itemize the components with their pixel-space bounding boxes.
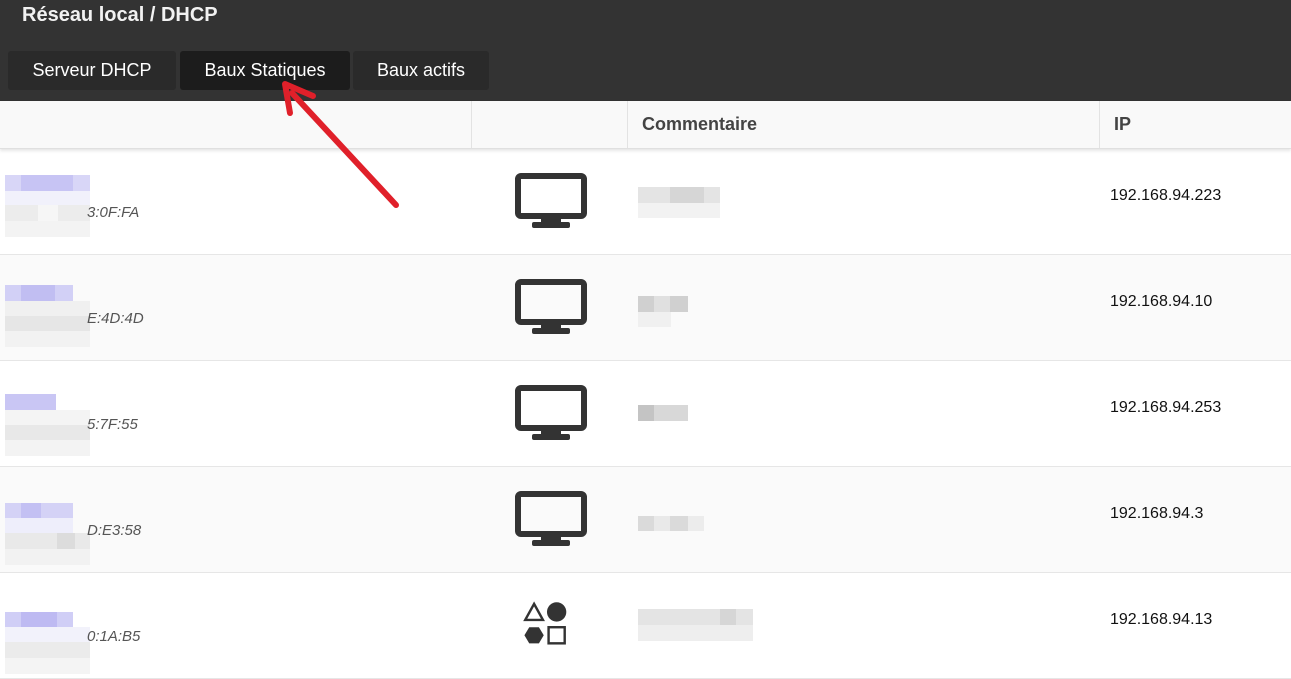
mac-address: E:4D:4D <box>87 310 144 327</box>
table-row[interactable]: 5:7F:55 192.168.94.253 <box>0 361 1291 467</box>
monitor-icon <box>515 279 587 334</box>
top-bar: Réseau local / DHCP Serveur DHCP Baux St… <box>0 0 1291 101</box>
ip-address: 192.168.94.253 <box>1110 399 1222 416</box>
ip-address: 192.168.94.223 <box>1110 187 1222 204</box>
mac-address: 5:7F:55 <box>87 416 138 433</box>
mac-address: D:E3:58 <box>87 522 142 539</box>
table-row[interactable]: D:E3:58 192.168.94.3 <box>0 467 1291 573</box>
column-header-comment[interactable]: Commentaire <box>628 101 1100 148</box>
monitor-icon <box>515 173 587 228</box>
tab-baux-actifs[interactable]: Baux actifs <box>353 51 489 90</box>
tab-baux-statiques[interactable]: Baux Statiques <box>180 51 350 90</box>
ip-address: 192.168.94.13 <box>1110 611 1213 628</box>
page-title: Réseau local / DHCP <box>22 4 218 26</box>
mac-address: 3:0F:FA <box>87 204 140 221</box>
mac-address: 0:1A:B5 <box>87 628 141 645</box>
table-header: Commentaire IP <box>0 101 1291 149</box>
table-row[interactable]: 3:0F:FA 192.168.94.223 <box>0 149 1291 255</box>
monitor-icon <box>515 491 587 546</box>
ip-address: 192.168.94.10 <box>1110 293 1213 310</box>
shapes-icon <box>523 601 567 645</box>
column-header-icon[interactable] <box>472 101 628 148</box>
column-header-ip[interactable]: IP <box>1100 101 1291 148</box>
tab-serveur-dhcp[interactable]: Serveur DHCP <box>8 51 176 90</box>
monitor-icon <box>515 385 587 440</box>
column-header-name[interactable] <box>0 101 472 148</box>
ip-address: 192.168.94.3 <box>1110 505 1204 522</box>
table-row[interactable]: E:4D:4D 192.168.94.10 <box>0 255 1291 361</box>
table-row[interactable]: 0:1A:B5 192.168.94.13 <box>0 573 1291 679</box>
